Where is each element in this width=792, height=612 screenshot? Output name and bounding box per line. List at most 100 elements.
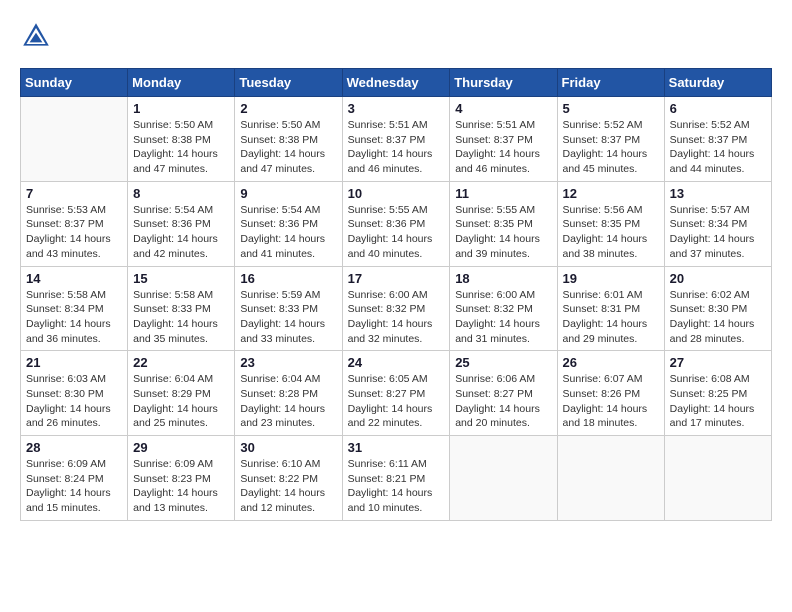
day-info: Sunrise: 5:50 AM Sunset: 8:38 PM Dayligh… xyxy=(240,118,336,177)
calendar-cell: 15 Sunrise: 5:58 AM Sunset: 8:33 PM Dayli… xyxy=(128,266,235,351)
column-header-thursday: Thursday xyxy=(450,69,557,97)
calendar-cell: 3 Sunrise: 5:51 AM Sunset: 8:37 PM Daylig… xyxy=(342,97,450,182)
day-number: 11 xyxy=(455,186,551,201)
day-number: 27 xyxy=(670,355,766,370)
calendar-cell: 13Sunrise: 5:57 AM Sunset: 8:34 PM Dayli… xyxy=(664,181,771,266)
logo-icon xyxy=(20,20,52,52)
day-number: 23 xyxy=(240,355,336,370)
logo xyxy=(20,20,56,52)
day-info: Sunrise: 5:52 AM Sunset: 8:37 PM Dayligh… xyxy=(670,118,766,177)
calendar-cell: 22 Sunrise: 6:04 AM Sunset: 8:29 PM Dayli… xyxy=(128,351,235,436)
day-number: 29 xyxy=(133,440,229,455)
day-number: 2 xyxy=(240,101,336,116)
day-info: Sunrise: 6:11 AM Sunset: 8:21 PM Dayligh… xyxy=(348,457,445,516)
calendar-cell: 12 Sunrise: 5:56 AM Sunset: 8:35 PM Dayli… xyxy=(557,181,664,266)
day-info: Sunrise: 6:09 AM Sunset: 8:23 PM Dayligh… xyxy=(133,457,229,516)
day-info: Sunrise: 5:50 AM Sunset: 8:38 PM Dayligh… xyxy=(133,118,229,177)
day-number: 14 xyxy=(26,271,122,286)
calendar-cell: 21Sunrise: 6:03 AM Sunset: 8:30 PM Dayli… xyxy=(21,351,128,436)
day-info: Sunrise: 6:04 AM Sunset: 8:29 PM Dayligh… xyxy=(133,372,229,431)
calendar-cell: 17 Sunrise: 6:00 AM Sunset: 8:32 PM Dayli… xyxy=(342,266,450,351)
calendar-cell: 29 Sunrise: 6:09 AM Sunset: 8:23 PM Dayli… xyxy=(128,436,235,521)
day-number: 30 xyxy=(240,440,336,455)
day-info: Sunrise: 5:51 AM Sunset: 8:37 PM Dayligh… xyxy=(348,118,445,177)
calendar-header-row: SundayMondayTuesdayWednesdayThursdayFrid… xyxy=(21,69,772,97)
day-number: 12 xyxy=(563,186,659,201)
day-info: Sunrise: 5:55 AM Sunset: 8:36 PM Dayligh… xyxy=(348,203,445,262)
day-number: 3 xyxy=(348,101,445,116)
calendar-cell: 18 Sunrise: 6:00 AM Sunset: 8:32 PM Dayli… xyxy=(450,266,557,351)
day-number: 17 xyxy=(348,271,445,286)
day-info: Sunrise: 5:54 AM Sunset: 8:36 PM Dayligh… xyxy=(240,203,336,262)
calendar-cell: 8Sunrise: 5:54 AM Sunset: 8:36 PM Daylig… xyxy=(128,181,235,266)
day-info: Sunrise: 5:54 AM Sunset: 8:36 PM Dayligh… xyxy=(133,203,229,262)
calendar-cell: 9Sunrise: 5:54 AM Sunset: 8:36 PM Daylig… xyxy=(235,181,342,266)
day-number: 4 xyxy=(455,101,551,116)
day-info: Sunrise: 6:00 AM Sunset: 8:32 PM Dayligh… xyxy=(348,288,445,347)
day-info: Sunrise: 6:02 AM Sunset: 8:30 PM Dayligh… xyxy=(670,288,766,347)
day-number: 1 xyxy=(133,101,229,116)
day-info: Sunrise: 6:09 AM Sunset: 8:24 PM Dayligh… xyxy=(26,457,122,516)
day-number: 25 xyxy=(455,355,551,370)
day-info: Sunrise: 5:51 AM Sunset: 8:37 PM Dayligh… xyxy=(455,118,551,177)
calendar-cell: 20 Sunrise: 6:02 AM Sunset: 8:30 PM Dayli… xyxy=(664,266,771,351)
calendar-cell: 30 Sunrise: 6:10 AM Sunset: 8:22 PM Dayli… xyxy=(235,436,342,521)
day-info: Sunrise: 6:00 AM Sunset: 8:32 PM Dayligh… xyxy=(455,288,551,347)
calendar-cell: 19 Sunrise: 6:01 AM Sunset: 8:31 PM Dayli… xyxy=(557,266,664,351)
column-header-wednesday: Wednesday xyxy=(342,69,450,97)
calendar-cell: 24Sunrise: 6:05 AM Sunset: 8:27 PM Dayli… xyxy=(342,351,450,436)
day-info: Sunrise: 5:58 AM Sunset: 8:34 PM Dayligh… xyxy=(26,288,122,347)
column-header-sunday: Sunday xyxy=(21,69,128,97)
day-info: Sunrise: 6:05 AM Sunset: 8:27 PM Dayligh… xyxy=(348,372,445,431)
calendar-cell: 27 Sunrise: 6:08 AM Sunset: 8:25 PM Dayli… xyxy=(664,351,771,436)
calendar-cell: 25 Sunrise: 6:06 AM Sunset: 8:27 PM Dayli… xyxy=(450,351,557,436)
week-row-2: 7Sunrise: 5:53 AM Sunset: 8:37 PM Daylig… xyxy=(21,181,772,266)
day-info: Sunrise: 6:08 AM Sunset: 8:25 PM Dayligh… xyxy=(670,372,766,431)
calendar-cell: 28 Sunrise: 6:09 AM Sunset: 8:24 PM Dayli… xyxy=(21,436,128,521)
day-info: Sunrise: 5:58 AM Sunset: 8:33 PM Dayligh… xyxy=(133,288,229,347)
calendar-cell: 14 Sunrise: 5:58 AM Sunset: 8:34 PM Dayli… xyxy=(21,266,128,351)
day-number: 19 xyxy=(563,271,659,286)
calendar-cell: 31 Sunrise: 6:11 AM Sunset: 8:21 PM Dayli… xyxy=(342,436,450,521)
calendar-cell: 26 Sunrise: 6:07 AM Sunset: 8:26 PM Dayli… xyxy=(557,351,664,436)
day-number: 22 xyxy=(133,355,229,370)
calendar-cell: 6 Sunrise: 5:52 AM Sunset: 8:37 PM Daylig… xyxy=(664,97,771,182)
day-number: 18 xyxy=(455,271,551,286)
day-info: Sunrise: 6:10 AM Sunset: 8:22 PM Dayligh… xyxy=(240,457,336,516)
day-info: Sunrise: 5:59 AM Sunset: 8:33 PM Dayligh… xyxy=(240,288,336,347)
column-header-saturday: Saturday xyxy=(664,69,771,97)
day-info: Sunrise: 5:52 AM Sunset: 8:37 PM Dayligh… xyxy=(563,118,659,177)
calendar-cell: 5 Sunrise: 5:52 AM Sunset: 8:37 PM Daylig… xyxy=(557,97,664,182)
calendar-cell xyxy=(664,436,771,521)
calendar-cell: 10Sunrise: 5:55 AM Sunset: 8:36 PM Dayli… xyxy=(342,181,450,266)
day-info: Sunrise: 5:53 AM Sunset: 8:37 PM Dayligh… xyxy=(26,203,122,262)
day-number: 15 xyxy=(133,271,229,286)
calendar-cell: 16 Sunrise: 5:59 AM Sunset: 8:33 PM Dayli… xyxy=(235,266,342,351)
calendar-cell: 2 Sunrise: 5:50 AM Sunset: 8:38 PM Daylig… xyxy=(235,97,342,182)
day-number: 6 xyxy=(670,101,766,116)
day-info: Sunrise: 5:56 AM Sunset: 8:35 PM Dayligh… xyxy=(563,203,659,262)
calendar-cell xyxy=(557,436,664,521)
week-row-3: 14 Sunrise: 5:58 AM Sunset: 8:34 PM Dayli… xyxy=(21,266,772,351)
day-number: 31 xyxy=(348,440,445,455)
page-header xyxy=(20,20,772,52)
calendar-cell: 1 Sunrise: 5:50 AM Sunset: 8:38 PM Daylig… xyxy=(128,97,235,182)
day-number: 16 xyxy=(240,271,336,286)
day-number: 26 xyxy=(563,355,659,370)
calendar-cell: 7Sunrise: 5:53 AM Sunset: 8:37 PM Daylig… xyxy=(21,181,128,266)
day-info: Sunrise: 6:01 AM Sunset: 8:31 PM Dayligh… xyxy=(563,288,659,347)
day-info: Sunrise: 6:06 AM Sunset: 8:27 PM Dayligh… xyxy=(455,372,551,431)
day-number: 20 xyxy=(670,271,766,286)
calendar-cell xyxy=(21,97,128,182)
column-header-friday: Friday xyxy=(557,69,664,97)
day-number: 28 xyxy=(26,440,122,455)
day-info: Sunrise: 5:57 AM Sunset: 8:34 PM Dayligh… xyxy=(670,203,766,262)
calendar-cell: 4 Sunrise: 5:51 AM Sunset: 8:37 PM Daylig… xyxy=(450,97,557,182)
calendar-table: SundayMondayTuesdayWednesdayThursdayFrid… xyxy=(20,68,772,521)
calendar-cell: 23Sunrise: 6:04 AM Sunset: 8:28 PM Dayli… xyxy=(235,351,342,436)
day-info: Sunrise: 6:07 AM Sunset: 8:26 PM Dayligh… xyxy=(563,372,659,431)
week-row-1: 1 Sunrise: 5:50 AM Sunset: 8:38 PM Daylig… xyxy=(21,97,772,182)
day-number: 21 xyxy=(26,355,122,370)
week-row-4: 21Sunrise: 6:03 AM Sunset: 8:30 PM Dayli… xyxy=(21,351,772,436)
day-number: 5 xyxy=(563,101,659,116)
